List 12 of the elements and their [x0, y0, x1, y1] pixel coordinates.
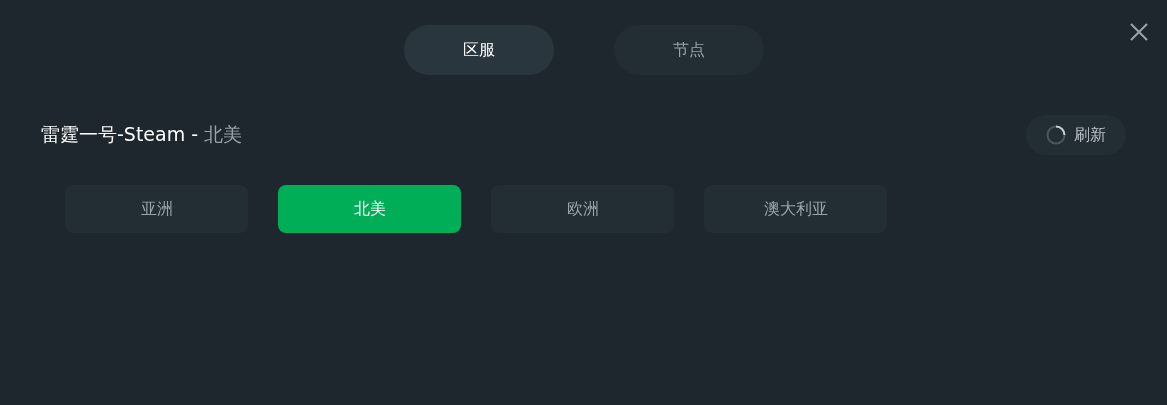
spinner-icon [1046, 125, 1066, 145]
region-button[interactable]: 欧洲 [491, 185, 674, 233]
region-button[interactable]: 北美 [278, 185, 461, 233]
game-title: 雷霆一号-Steam - [41, 122, 199, 147]
region-label: 北美 [204, 122, 243, 147]
close-icon [1128, 21, 1150, 43]
region-button[interactable]: 亚洲 [65, 185, 248, 233]
region-button[interactable]: 澳大利亚 [704, 185, 887, 233]
close-button[interactable] [1128, 21, 1150, 43]
refresh-button[interactable]: 刷新 [1026, 115, 1126, 155]
tab[interactable]: 节点 [613, 25, 764, 75]
tab[interactable]: 区服 [403, 25, 554, 75]
